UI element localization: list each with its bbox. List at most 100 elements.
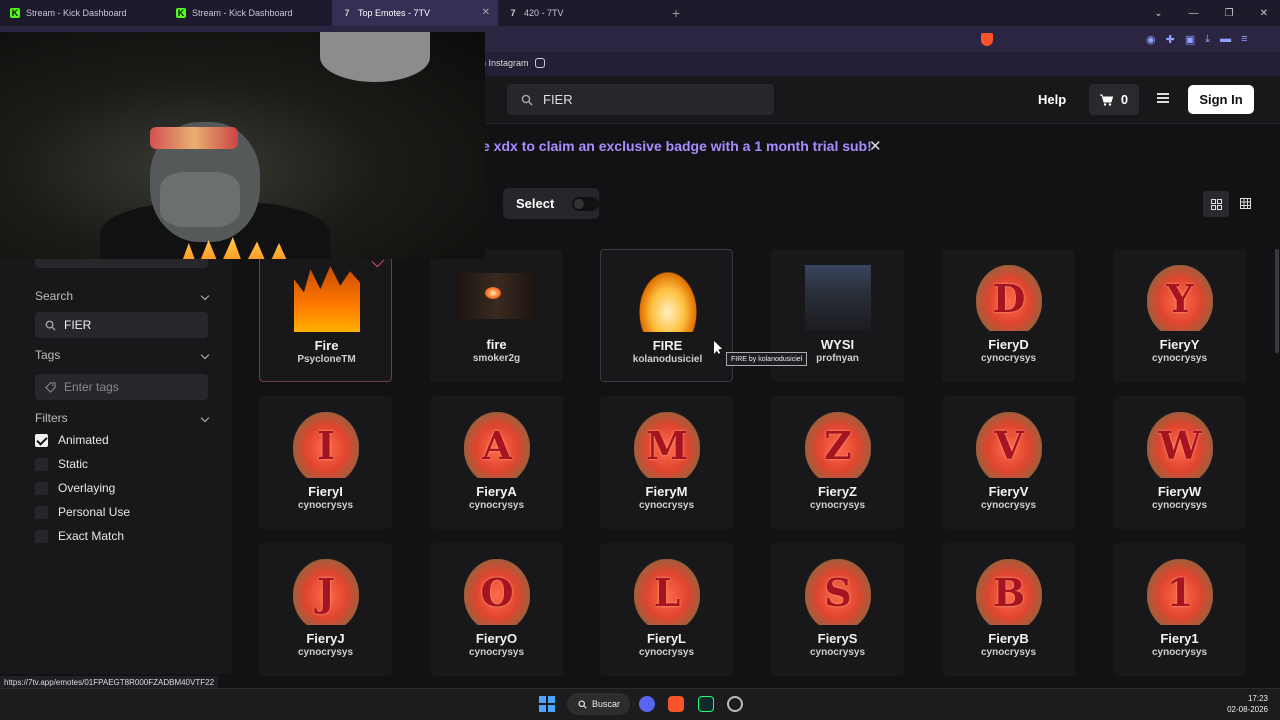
taskbar-search[interactable]: Buscar (567, 693, 630, 715)
sign-in-button[interactable]: Sign In (1188, 85, 1254, 114)
checkbox[interactable] (35, 481, 48, 495)
download-icon[interactable]: ⤓ (1205, 33, 1210, 46)
filter-exact-match[interactable]: Exact Match (35, 524, 208, 548)
emote-author: cynocrysys (809, 647, 866, 658)
filters-section-header[interactable]: Filters (35, 411, 210, 425)
browser-tab-top-emotes[interactable]: 7 Top Emotes - 7TV ✕ (332, 0, 498, 26)
audio-icon[interactable]: ◉ (1146, 33, 1156, 46)
brave-browser-icon[interactable] (668, 696, 684, 712)
emote-card[interactable]: 1 Fiery1 cynocrysys (1113, 543, 1246, 676)
emote-card[interactable]: B FieryB cynocrysys (942, 543, 1075, 676)
emote-card[interactable]: W FieryW cynocrysys (1113, 396, 1246, 529)
emote-card[interactable]: Fire PsycloneTM (259, 249, 392, 382)
close-tab-icon[interactable]: ✕ (482, 7, 490, 18)
emote-card[interactable]: L FieryL cynocrysys (600, 543, 733, 676)
emote-name: FieryS (817, 631, 858, 646)
emote-card[interactable]: M FieryM cynocrysys (600, 396, 733, 529)
chevron-down-icon[interactable]: ⌄ (1154, 8, 1162, 19)
discord-icon[interactable] (639, 696, 655, 712)
filter-static[interactable]: Static (35, 452, 208, 476)
emote-card[interactable]: D FieryD cynocrysys (942, 249, 1075, 382)
minimize-icon[interactable]: — (1189, 8, 1199, 19)
emote-author: kolanodusiciel (632, 354, 703, 365)
table-view-icon (1240, 198, 1251, 209)
grid-view-button[interactable] (1203, 191, 1229, 217)
browser-tab-420[interactable]: 7 420 - 7TV (498, 0, 664, 26)
emote-author: cynocrysys (1151, 500, 1208, 511)
bookmark-label: Instagram (488, 58, 529, 68)
clock-time: 17:23 (1247, 694, 1268, 703)
sidebar-search-input[interactable]: FIER (35, 312, 208, 338)
emote-name: FieryV (988, 484, 1029, 499)
bookmark-instagram[interactable]: ) Instagram (483, 58, 529, 68)
select-label: Select (516, 196, 555, 211)
brave-shield-icon[interactable] (981, 33, 993, 46)
tags-placeholder: Enter tags (64, 380, 119, 394)
emote-card[interactable]: J FieryJ cynocrysys (259, 543, 392, 676)
browser-tab-kick-2[interactable]: K Stream - Kick Dashboard (166, 0, 332, 26)
filter-personal-use[interactable]: Personal Use (35, 500, 208, 524)
emote-author: cynocrysys (1151, 353, 1208, 364)
emote-card[interactable]: fire smoker2g (430, 249, 563, 382)
emote-name: Fiery1 (1160, 631, 1199, 646)
emote-card[interactable]: I FieryI cynocrysys (259, 396, 392, 529)
search-section-header[interactable]: Search (35, 289, 210, 303)
kick-icon: K (176, 8, 186, 18)
emote-card[interactable]: V FieryV cynocrysys (942, 396, 1075, 529)
taskbar-search-label: Buscar (592, 699, 621, 709)
emote-card[interactable]: A FieryA cynocrysys (430, 396, 563, 529)
chevron-down-icon (200, 350, 210, 360)
checkbox[interactable] (35, 457, 48, 471)
select-toggle-button[interactable]: Select (503, 188, 599, 219)
menu-icon[interactable]: ≡ (1241, 33, 1247, 46)
webcam-overlay (0, 32, 485, 259)
webcam-person-glasses (150, 127, 238, 149)
emote-card[interactable]: Z FieryZ cynocrysys (771, 396, 904, 529)
emote-name: FieryD (988, 337, 1029, 352)
sidebar-field-partial[interactable] (35, 259, 208, 268)
close-window-icon[interactable]: ✕ (1260, 8, 1268, 19)
extensions-icon[interactable]: ✚ (1166, 33, 1175, 46)
tags-section-header[interactable]: Tags (35, 348, 210, 362)
hamburger-menu-icon[interactable] (1157, 93, 1169, 103)
filter-overlaying[interactable]: Overlaying (35, 476, 208, 500)
vpn-icon[interactable]: ▬ (1220, 33, 1231, 46)
instagram-icon[interactable] (535, 58, 545, 68)
browser-tab-kick-1[interactable]: K Stream - Kick Dashboard (0, 0, 166, 26)
table-view-button[interactable] (1240, 196, 1251, 214)
emote-card[interactable]: Y FieryY cynocrysys (1113, 249, 1246, 382)
emote-image (457, 273, 537, 319)
obs-app-icon[interactable] (698, 696, 714, 712)
new-tab-button[interactable]: + (672, 5, 680, 21)
page-scrollbar[interactable] (1275, 249, 1279, 353)
sidebar-search-value: FIER (64, 318, 92, 332)
app-icon[interactable] (727, 696, 743, 712)
tag-icon (45, 381, 56, 393)
emote-card[interactable]: FIRE kolanodusiciel (600, 249, 733, 382)
tags-input[interactable]: Enter tags (35, 374, 208, 400)
bookmark-icon[interactable]: ▣ (1185, 33, 1195, 46)
cart-button[interactable]: 0 (1089, 84, 1139, 115)
emote-name: FieryA (476, 484, 517, 499)
emote-card[interactable]: O FieryO cynocrysys (430, 543, 563, 676)
windows-start-icon[interactable] (539, 696, 555, 712)
tags-section-label: Tags (35, 348, 61, 362)
filter-animated[interactable]: Animated (35, 428, 208, 452)
toggle-switch[interactable] (572, 196, 599, 211)
emote-card[interactable]: S FieryS cynocrysys (771, 543, 904, 676)
checkbox-checked[interactable] (35, 433, 48, 447)
filter-label: Personal Use (58, 505, 131, 519)
emote-image: M (634, 412, 700, 478)
restore-icon[interactable]: ❐ (1225, 8, 1234, 19)
checkbox[interactable] (35, 529, 48, 543)
7tv-icon: 7 (344, 8, 350, 18)
browser-tab-bar: K Stream - Kick Dashboard K Stream - Kic… (0, 0, 1280, 26)
search-value: FIER (543, 92, 573, 107)
header-search-input[interactable]: FIER (507, 84, 774, 115)
checkbox[interactable] (35, 505, 48, 519)
window-controls: ⌄ — ❐ ✕ (1154, 0, 1280, 26)
close-banner-icon[interactable]: ✕ (869, 137, 882, 155)
emote-image: A (464, 412, 530, 478)
help-link[interactable]: Help (1038, 92, 1066, 107)
taskbar-clock[interactable]: 17:23 02-08-2026 (1210, 693, 1268, 715)
